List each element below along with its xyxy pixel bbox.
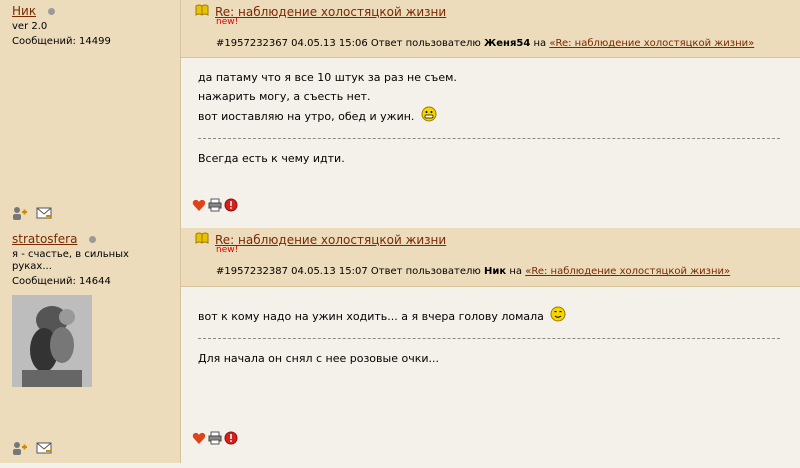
signature: Для начала он снял с нее розовые очки... <box>198 352 439 365</box>
post-meta: #1957232387 04.05.13 15:07 Ответ пользов… <box>216 266 731 277</box>
reply-to-post-link[interactable]: «Re: наблюдение холостяцкой жизни» <box>525 266 730 277</box>
post-title-link[interactable]: Re: наблюдение холостяцкой жизни <box>215 5 446 19</box>
author-sidebar: Ник ver 2.0 Сообщений: 14499 <box>0 0 181 228</box>
message-line: да патаму что я все 10 штук за раз не съ… <box>198 71 457 84</box>
user-add-icon[interactable] <box>12 206 27 220</box>
printer-icon[interactable] <box>208 198 222 212</box>
post: stratosfera я - счастье, в сильных руках… <box>0 228 800 463</box>
message-count: Сообщений: 14499 <box>12 36 111 47</box>
signature-divider <box>198 138 780 139</box>
post-title-link[interactable]: Re: наблюдение холостяцкой жизни <box>215 233 446 247</box>
post-meta: #1957232367 04.05.13 15:06 Ответ пользов… <box>216 38 755 49</box>
smile-smiley-icon <box>550 306 566 328</box>
reply-to-post-link[interactable]: «Re: наблюдение холостяцкой жизни» <box>549 38 754 49</box>
printer-icon[interactable] <box>208 431 222 445</box>
open-book-icon <box>195 232 209 247</box>
message-line: нажарить могу, а съесть нет. <box>198 90 371 103</box>
message-count: Сообщений: 14644 <box>12 276 111 287</box>
offline-status-icon <box>89 236 97 243</box>
signature-divider <box>198 338 780 339</box>
post-body: вот к кому надо на ужин ходить... а я вч… <box>198 306 780 368</box>
author-status: я - счастье, в сильных руках... <box>12 249 129 272</box>
warning-icon[interactable] <box>224 198 238 212</box>
avatar[interactable] <box>12 295 92 387</box>
post-body: да патаму что я все 10 штук за раз не съ… <box>198 68 780 168</box>
post-header: Re: наблюдение холостяцкой жизни new! #1… <box>181 0 800 58</box>
signature: Всегда есть к чему идти. <box>198 152 345 165</box>
heart-icon[interactable] <box>192 431 206 445</box>
post: Ник ver 2.0 Сообщений: 14499 Re: наблюде… <box>0 0 800 228</box>
grin-smiley-icon <box>421 106 437 128</box>
offline-status-icon <box>47 8 55 15</box>
reply-to-user[interactable]: Ник <box>484 266 506 277</box>
message-line: вот к кому надо на ужин ходить... а я вч… <box>198 306 780 328</box>
envelope-icon[interactable] <box>36 206 52 220</box>
author-name[interactable]: stratosfera <box>12 232 77 246</box>
user-add-icon[interactable] <box>12 441 27 455</box>
warning-icon[interactable] <box>224 431 238 445</box>
open-book-icon <box>195 4 209 19</box>
new-badge: new! <box>216 17 239 27</box>
reply-to-user[interactable]: Женя54 <box>484 38 530 49</box>
author-name[interactable]: Ник <box>12 4 36 18</box>
new-badge: new! <box>216 245 239 255</box>
author-status: ver 2.0 <box>12 21 48 32</box>
envelope-icon[interactable] <box>36 441 52 455</box>
heart-icon[interactable] <box>192 198 206 212</box>
post-header: Re: наблюдение холостяцкой жизни new! #1… <box>181 228 800 287</box>
message-line: вот иоставляю на утро, обед и ужин. <box>198 106 780 128</box>
author-sidebar: stratosfera я - счастье, в сильных руках… <box>0 228 181 463</box>
